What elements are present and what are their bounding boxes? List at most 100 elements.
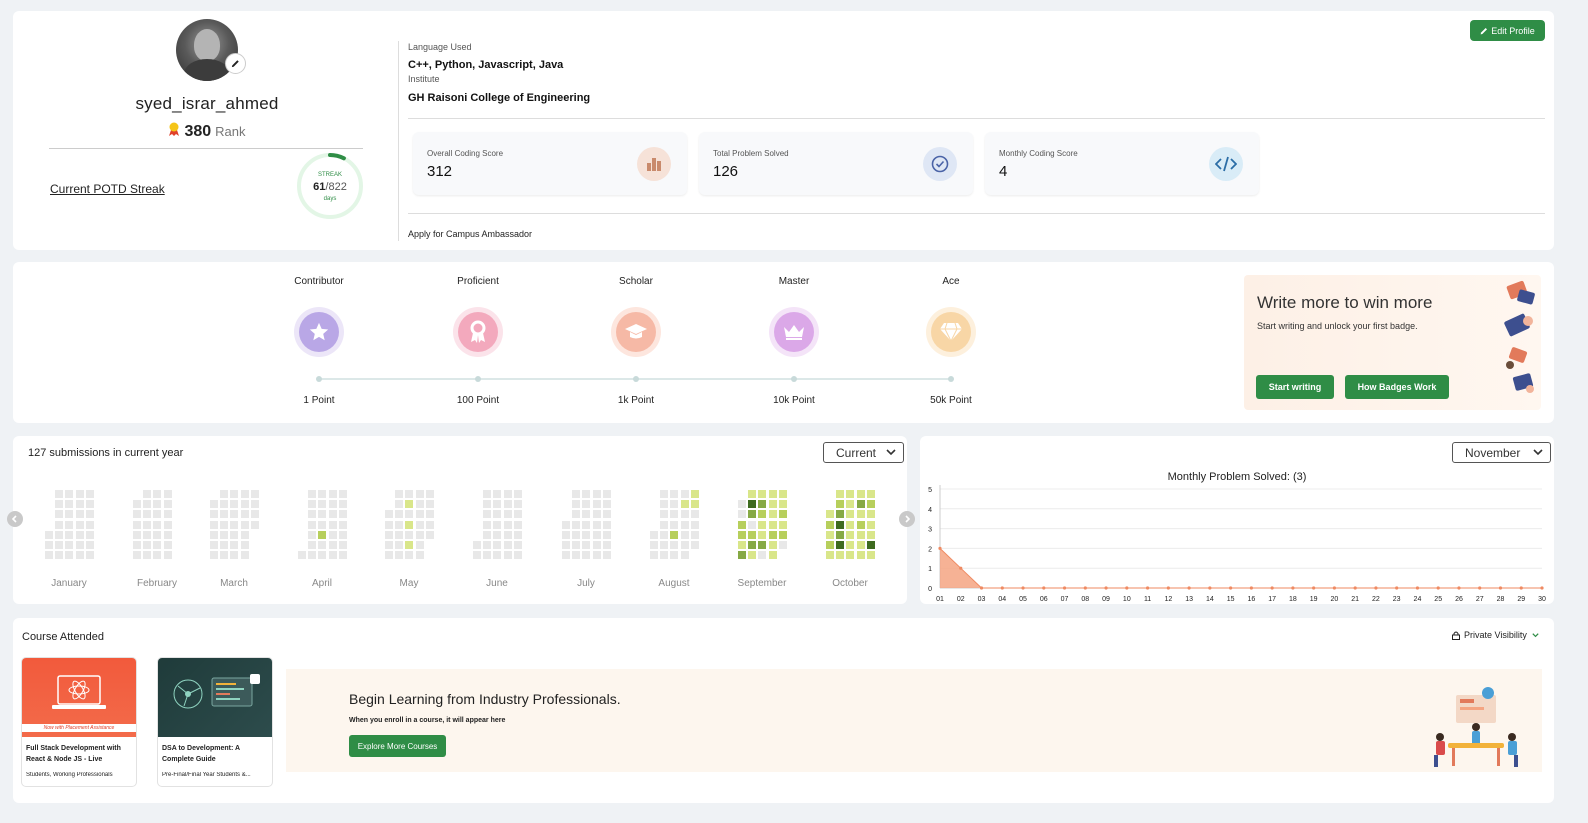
heatmap-cell bbox=[748, 551, 757, 560]
heatmap-cell bbox=[866, 490, 875, 498]
heatmap-cell bbox=[493, 530, 502, 539]
heatmap-cell bbox=[748, 490, 757, 498]
badge-contributor[interactable] bbox=[294, 307, 344, 357]
x-tick-label: 12 bbox=[1164, 596, 1172, 603]
data-point bbox=[1104, 586, 1108, 590]
heatmap-cell bbox=[395, 520, 404, 529]
potd-streak-link[interactable]: Current POTD Streak bbox=[50, 182, 165, 196]
heatmap-cell bbox=[738, 510, 746, 519]
visibility-toggle[interactable]: Private Visibility bbox=[1452, 630, 1540, 640]
heatmap-cell bbox=[513, 510, 522, 519]
heatmap-cell bbox=[143, 520, 152, 529]
heatmap-cell bbox=[143, 490, 152, 498]
heatmap-cell bbox=[75, 510, 84, 519]
badge-scholar[interactable] bbox=[611, 307, 661, 357]
month-label: May bbox=[399, 578, 419, 589]
heatmap-cell bbox=[65, 530, 74, 539]
heatmap-cell bbox=[75, 500, 84, 509]
x-tick-label: 10 bbox=[1123, 596, 1131, 603]
heatmap-cell bbox=[85, 541, 94, 549]
data-point bbox=[1166, 586, 1170, 590]
badge-master[interactable] bbox=[769, 307, 819, 357]
heatmap-cell bbox=[143, 530, 152, 539]
heatmap-cell bbox=[866, 500, 875, 509]
heatmap-cell bbox=[65, 541, 74, 549]
heatmap-cell bbox=[55, 500, 64, 509]
heatmap-cell bbox=[513, 500, 522, 509]
heatmap-cell bbox=[230, 490, 239, 498]
heatmap-cell bbox=[240, 510, 249, 519]
heatmap-cell bbox=[385, 551, 393, 560]
heatmap-cell bbox=[55, 551, 64, 560]
heatmap-cell bbox=[778, 490, 787, 498]
heatmap-cell bbox=[826, 520, 834, 529]
heatmap-cell bbox=[250, 520, 259, 529]
profile-card: syed_israr_ahmed 380 Rank Current POTD S… bbox=[13, 11, 1554, 250]
month-label: September bbox=[737, 578, 787, 589]
heatmap-cell bbox=[572, 500, 581, 509]
heatmap-cell bbox=[318, 551, 327, 560]
heatmap-cell bbox=[338, 490, 347, 498]
heatmap-cell bbox=[75, 530, 84, 539]
course-tile-dsa[interactable]: DSA to Development: A Complete Guide Pre… bbox=[158, 658, 272, 786]
heatmap-cell bbox=[670, 530, 679, 539]
heatmap-cell bbox=[65, 520, 74, 529]
x-tick-label: 18 bbox=[1289, 596, 1297, 603]
heatmap-cell bbox=[425, 530, 434, 539]
start-writing-button[interactable]: Start writing bbox=[1256, 375, 1334, 399]
heatmap-cell bbox=[220, 520, 229, 529]
course-tile-fullstack[interactable]: Now with Placement Assistance Full Stack… bbox=[22, 658, 136, 786]
edit-profile-button[interactable]: Edit Profile bbox=[1470, 20, 1545, 41]
data-point bbox=[1478, 586, 1482, 590]
heatmap-cell bbox=[592, 490, 601, 498]
badge-title-scholar: Scholar bbox=[619, 276, 653, 287]
heatmap-cell bbox=[493, 490, 502, 498]
heatmap-cell bbox=[836, 490, 845, 498]
heatmap-cell bbox=[425, 510, 434, 519]
heatmap-cell bbox=[690, 510, 699, 519]
heatmap-cell bbox=[738, 541, 746, 549]
x-tick-label: 25 bbox=[1434, 596, 1442, 603]
heatmap-cell bbox=[163, 500, 172, 509]
heatmap-cell bbox=[836, 541, 845, 549]
heatmap-cell bbox=[513, 520, 522, 529]
heatmap-cell bbox=[230, 510, 239, 519]
edit-avatar-icon[interactable] bbox=[225, 53, 246, 74]
heatmap-cell bbox=[582, 500, 591, 509]
month-label: October bbox=[832, 578, 868, 589]
badge-title-master: Master bbox=[778, 276, 810, 287]
check-circle-icon bbox=[923, 147, 957, 181]
x-tick-label: 11 bbox=[1144, 596, 1151, 603]
how-badges-work-button[interactable]: How Badges Work bbox=[1345, 375, 1449, 399]
y-tick-label: 1 bbox=[928, 566, 932, 573]
heatmap-cell bbox=[592, 541, 601, 549]
heatmap-cell bbox=[503, 520, 512, 529]
data-point bbox=[1436, 586, 1440, 590]
heatmap-cell bbox=[75, 541, 84, 549]
badge-proficient[interactable] bbox=[453, 307, 503, 357]
campus-ambassador-link[interactable]: Apply for Campus Ambassador bbox=[408, 229, 532, 239]
heatmap-cell bbox=[65, 551, 74, 560]
institute-value: GH Raisoni College of Engineering bbox=[408, 92, 591, 104]
x-tick-label: 26 bbox=[1455, 596, 1463, 603]
heatmap-cell bbox=[250, 510, 259, 519]
data-point bbox=[1125, 586, 1129, 590]
heatmap-cell bbox=[328, 530, 337, 539]
heatmap-cell bbox=[592, 551, 601, 560]
badge-ace[interactable] bbox=[926, 307, 976, 357]
heatmap-cell bbox=[768, 551, 777, 560]
heatmap-cell bbox=[338, 551, 347, 560]
x-tick-label: 17 bbox=[1268, 596, 1276, 603]
data-point bbox=[1457, 586, 1461, 590]
heatmap-cell bbox=[846, 490, 855, 498]
heatmap-cell bbox=[826, 510, 834, 519]
explore-courses-button[interactable]: Explore More Courses bbox=[349, 735, 446, 757]
heatmap-cell bbox=[405, 500, 414, 509]
course-tag: Now with Placement Assistance bbox=[43, 725, 115, 731]
heatmap-cell bbox=[405, 551, 414, 560]
heatmap-cell bbox=[582, 520, 591, 529]
month-label: August bbox=[658, 578, 690, 589]
heatmap-cell bbox=[85, 510, 94, 519]
heatmap-cell bbox=[513, 541, 522, 549]
heatmap-cell bbox=[602, 520, 611, 529]
